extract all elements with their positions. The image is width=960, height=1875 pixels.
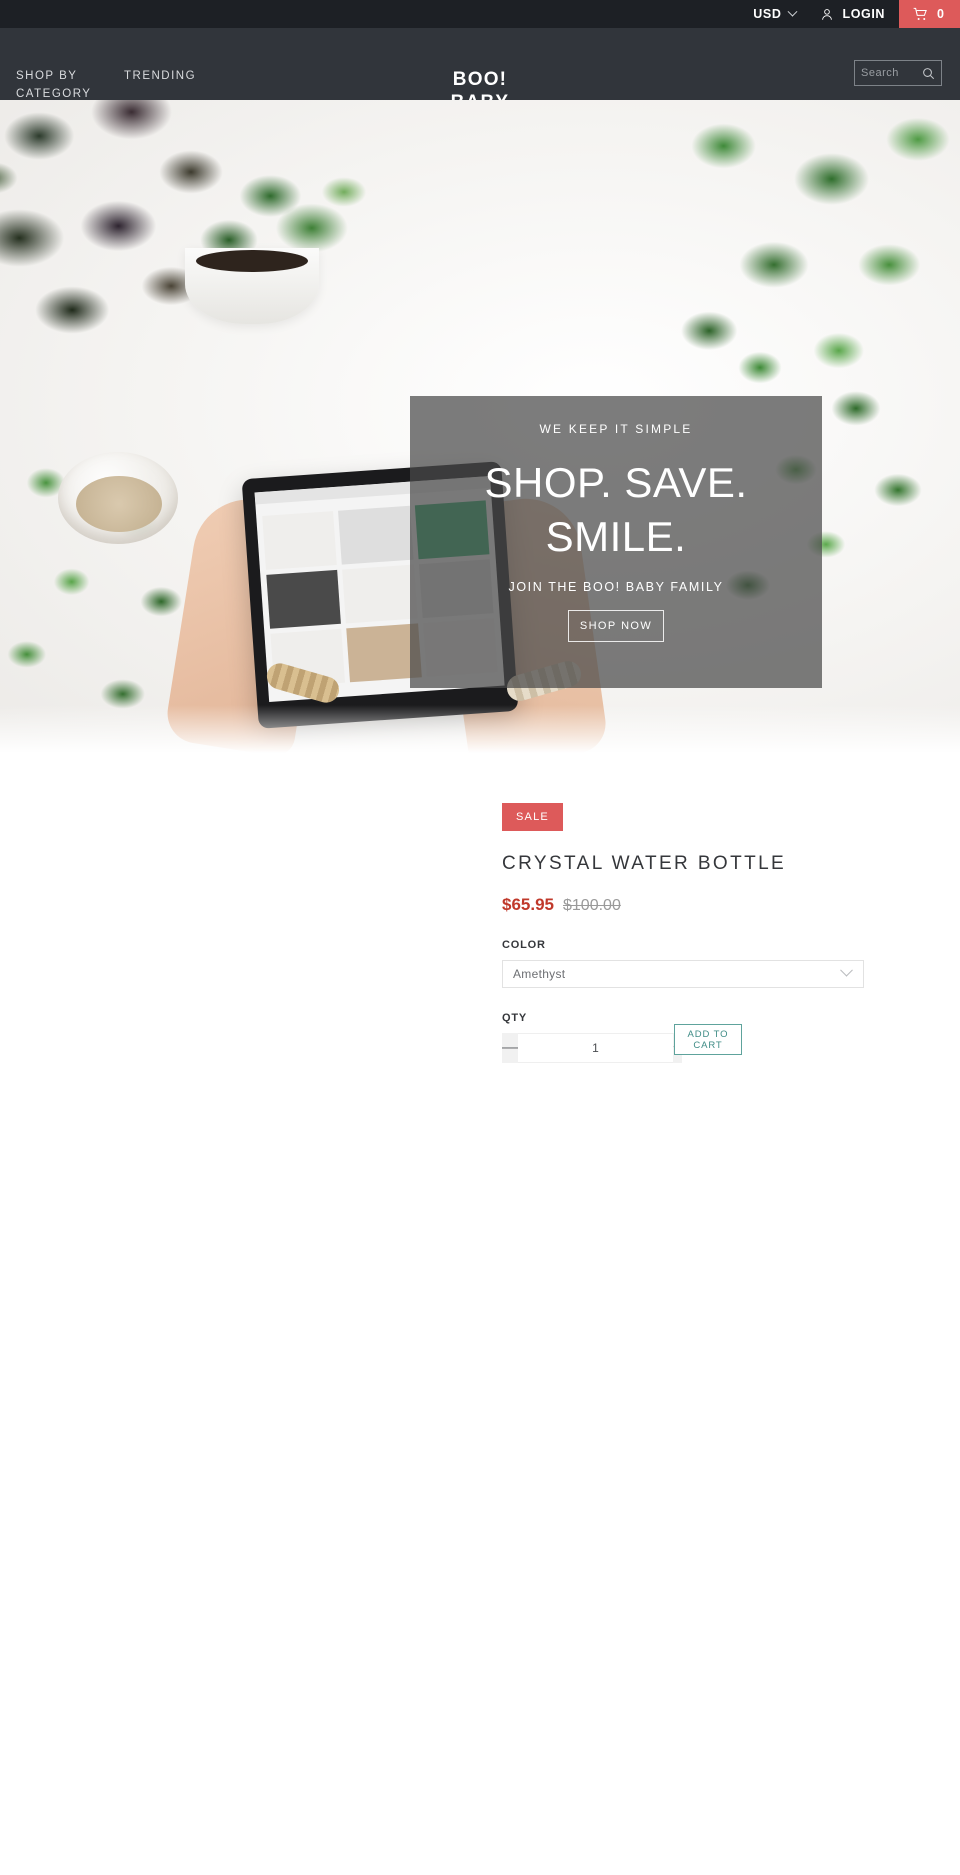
hero-subtitle: JOIN THE BOO! BABY FAMILY xyxy=(508,580,724,594)
login-link[interactable]: LOGIN xyxy=(806,0,899,28)
hero-photo-bowl-contents xyxy=(76,476,162,532)
color-selected-value: Amethyst xyxy=(513,967,566,981)
main-navigation: SHOP BY CATEGORY TRENDING xyxy=(16,67,196,103)
currency-label: USD xyxy=(753,7,782,21)
login-label: LOGIN xyxy=(842,7,886,21)
qty-and-cart-row: QTY — + ADD TO CART xyxy=(502,988,938,1063)
nav-item-trending[interactable]: TRENDING xyxy=(124,67,196,103)
hero-eyebrow: WE KEEP IT SIMPLE xyxy=(539,422,693,436)
hero-headline: SHOP. SAVE. SMILE. xyxy=(410,456,822,564)
shop-now-line-2: NOW xyxy=(621,619,653,632)
hero-photo-tablet-tile xyxy=(338,505,414,565)
add-to-cart-wrapper: ADD TO CART xyxy=(674,988,742,1055)
product-image-gallery[interactable] xyxy=(0,803,502,1103)
quantity-stepper: — + xyxy=(502,1033,683,1063)
currency-selector[interactable]: USD xyxy=(739,0,806,28)
sale-price: $65.95 xyxy=(502,895,554,914)
search-box[interactable] xyxy=(854,60,942,86)
hero-photo-tablet-tile xyxy=(262,511,338,570)
quantity-block: QTY — + xyxy=(502,988,683,1063)
chevron-down-icon xyxy=(788,6,798,17)
shop-now-line-1: SHOP xyxy=(579,619,617,632)
add-to-cart-line-2: CART xyxy=(693,1039,723,1051)
cart-count: 0 xyxy=(937,7,944,21)
color-select[interactable]: Amethyst xyxy=(502,960,864,988)
hero-headline-line-2: SMILE. xyxy=(545,513,687,560)
color-label: COLOR xyxy=(502,939,546,951)
search-input[interactable] xyxy=(861,67,921,79)
search-icon[interactable] xyxy=(922,67,935,80)
shopping-cart-icon xyxy=(913,7,927,20)
utility-bar: USD LOGIN 0 xyxy=(0,0,960,28)
compare-at-price: $100.00 xyxy=(563,897,621,914)
add-to-cart-line-1: ADD TO xyxy=(687,1028,729,1040)
hero-photo-pot-soil xyxy=(196,250,308,272)
price-row: $65.95 $100.00 xyxy=(502,895,938,915)
product-detail: SALE CRYSTAL WATER BOTTLE $65.95 $100.00… xyxy=(0,761,960,1103)
status-badge: SALE xyxy=(502,803,563,831)
product-information: SALE CRYSTAL WATER BOTTLE $65.95 $100.00… xyxy=(502,803,960,1103)
chevron-down-icon xyxy=(840,963,853,977)
quantity-input[interactable] xyxy=(518,1033,673,1063)
page-title: CRYSTAL WATER BOTTLE xyxy=(502,853,787,874)
qty-label: QTY xyxy=(502,1012,528,1024)
minus-icon[interactable]: — xyxy=(502,1033,518,1063)
site-header: SHOP BY CATEGORY TRENDING BOO! BABY xyxy=(0,28,960,113)
hero-text-overlay: WE KEEP IT SIMPLE SHOP. SAVE. SMILE. JOI… xyxy=(410,396,822,688)
nav-item-shop-by-category[interactable]: SHOP BY CATEGORY xyxy=(16,67,124,103)
hero-headline-line-1: SHOP. SAVE. xyxy=(484,459,748,506)
hero-banner: WE KEEP IT SIMPLE SHOP. SAVE. SMILE. JOI… xyxy=(0,100,960,761)
shop-now-button[interactable]: SHOP NOW xyxy=(568,610,664,642)
add-to-cart-button[interactable]: ADD TO CART xyxy=(674,1024,742,1055)
person-icon xyxy=(822,8,833,20)
cart-button[interactable]: 0 xyxy=(899,0,960,28)
hero-photo-tablet-tile xyxy=(342,564,418,624)
hero-bottom-fade xyxy=(0,705,960,761)
hero-photo-tablet-tile xyxy=(266,569,342,629)
